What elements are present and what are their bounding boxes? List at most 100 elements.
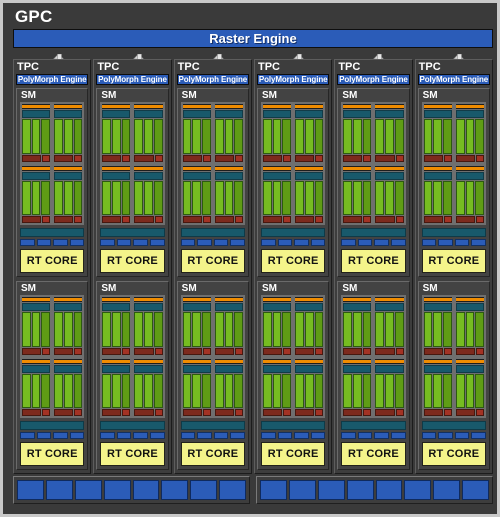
- rop-unit: [17, 480, 44, 500]
- cuda-core-column: [112, 312, 121, 347]
- cuda-core-column: [54, 119, 63, 154]
- cuda-core-column: [295, 374, 304, 409]
- register-file-block: [424, 303, 452, 311]
- tensor-core-small-block: [42, 409, 50, 416]
- tensor-core-small-block: [74, 155, 82, 162]
- tensor-core-block: [183, 348, 202, 355]
- tensor-core-row: [102, 348, 130, 355]
- register-file-block: [22, 110, 50, 118]
- tensor-core-block: [456, 409, 475, 416]
- raster-tpc-arrow-row: [13, 48, 493, 59]
- rop-unit: [404, 480, 431, 500]
- tensor-core-block: [183, 155, 202, 162]
- tensor-core-block: [54, 348, 73, 355]
- processing-block: [374, 165, 404, 225]
- rop-unit: [318, 480, 345, 500]
- tensor-core-row: [295, 409, 323, 416]
- cuda-core-column: [456, 119, 465, 154]
- tensor-core-block: [343, 348, 362, 355]
- cuda-core-column: [202, 312, 211, 347]
- warp-scheduler-bar: [102, 104, 130, 109]
- cuda-core-column: [424, 181, 433, 216]
- core-column-group: [215, 312, 243, 347]
- l1-cache-bar: [341, 228, 405, 237]
- warp-scheduler-bar: [102, 166, 130, 171]
- cuda-core-column: [74, 119, 83, 154]
- warp-scheduler-bar: [263, 166, 291, 171]
- tensor-core-small-block: [74, 348, 82, 355]
- texture-unit: [261, 432, 276, 439]
- cuda-core-column: [363, 312, 372, 347]
- tpc-label: TPC: [177, 61, 249, 74]
- warp-scheduler-bar: [424, 104, 452, 109]
- cuda-core-column: [424, 374, 433, 409]
- core-column-group: [183, 119, 211, 154]
- cuda-core-column: [385, 119, 394, 154]
- processing-block: [294, 103, 324, 163]
- core-column-group: [375, 181, 403, 216]
- rt-core-label: RT CORE: [268, 448, 319, 460]
- warp-scheduler-bar: [343, 359, 371, 364]
- core-column-group: [183, 374, 211, 409]
- register-file-block: [183, 303, 211, 311]
- cuda-core-column: [74, 374, 83, 409]
- register-file-block: [134, 365, 162, 373]
- cuda-core-column: [305, 312, 314, 347]
- register-file-block: [22, 303, 50, 311]
- sm-label: SM: [20, 90, 84, 102]
- texture-unit: [278, 239, 293, 246]
- l1-cache-bar: [181, 421, 245, 430]
- register-file-block: [183, 110, 211, 118]
- tensor-core-small-block: [476, 348, 484, 355]
- cuda-core-column: [343, 181, 352, 216]
- tensor-core-block: [54, 409, 73, 416]
- processing-block-grid: [422, 295, 486, 418]
- processing-block: [214, 296, 244, 356]
- cuda-core-column: [456, 312, 465, 347]
- warp-scheduler-bar: [295, 104, 323, 109]
- tensor-core-row: [54, 348, 82, 355]
- warp-scheduler-bar: [54, 297, 82, 302]
- cuda-core-column: [183, 181, 192, 216]
- cuda-core-column: [234, 181, 243, 216]
- register-file-block: [134, 303, 162, 311]
- register-file-block: [215, 365, 243, 373]
- core-column-group: [22, 119, 50, 154]
- tensor-core-block: [456, 155, 475, 162]
- tensor-core-row: [102, 155, 130, 162]
- cuda-core-column: [433, 119, 442, 154]
- tensor-core-small-block: [315, 409, 323, 416]
- sm-label: SM: [341, 283, 405, 295]
- sm-block: SMRT CORE: [177, 88, 249, 277]
- tensor-core-block: [215, 348, 234, 355]
- texture-unit: [230, 432, 245, 439]
- tensor-core-small-block: [476, 155, 484, 162]
- core-column-group: [295, 119, 323, 154]
- register-file-block: [456, 365, 484, 373]
- tensor-core-block: [456, 348, 475, 355]
- cuda-core-column: [41, 119, 50, 154]
- core-column-group: [295, 312, 323, 347]
- cuda-core-column: [305, 119, 314, 154]
- warp-scheduler-bar: [134, 104, 162, 109]
- texture-unit-row: [100, 239, 164, 246]
- cuda-core-column: [22, 119, 31, 154]
- texture-unit: [20, 239, 35, 246]
- cuda-core-column: [424, 119, 433, 154]
- cuda-core-column: [375, 181, 384, 216]
- core-column-group: [295, 181, 323, 216]
- processing-block-grid: [181, 295, 245, 418]
- register-file-block: [54, 172, 82, 180]
- processing-block: [262, 165, 292, 225]
- texture-unit: [455, 239, 470, 246]
- sm-label: SM: [20, 283, 84, 295]
- tensor-core-row: [22, 348, 50, 355]
- warp-scheduler-bar: [215, 297, 243, 302]
- l1-cache-bar: [422, 228, 486, 237]
- core-column-group: [215, 181, 243, 216]
- cuda-core-column: [475, 181, 484, 216]
- cuda-core-column: [32, 181, 41, 216]
- processing-block: [423, 165, 453, 225]
- l1-cache-bar: [341, 421, 405, 430]
- tensor-core-small-block: [122, 409, 130, 416]
